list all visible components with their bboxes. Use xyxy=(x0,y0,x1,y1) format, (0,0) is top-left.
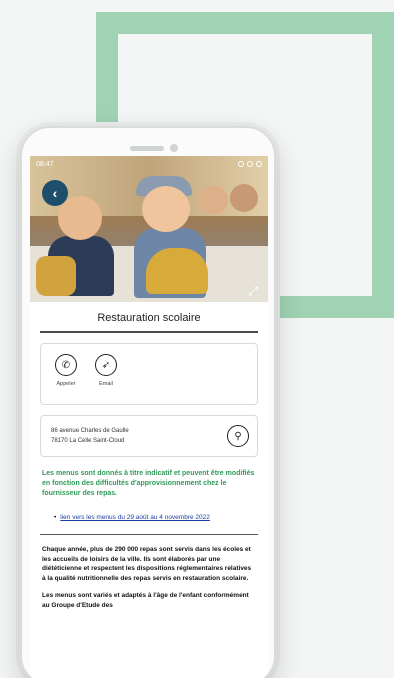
email-label: Email xyxy=(99,381,113,387)
map-button[interactable]: ⚲ xyxy=(227,425,249,447)
call-label: Appeler xyxy=(56,381,76,387)
content-sheet: Restauration scolaire ✆ Appeler ➶ Email … xyxy=(30,302,268,678)
bullet: • xyxy=(54,514,57,521)
call-button[interactable]: ✆ Appeler xyxy=(55,354,77,387)
status-bar: 08:47 xyxy=(30,156,268,172)
address-line-2: 78170 La Celle Saint-Cloud xyxy=(51,438,125,444)
send-icon: ➶ xyxy=(95,354,117,376)
divider xyxy=(40,534,258,535)
address-line-1: 86 avenue Charles de Gaulle xyxy=(51,428,129,434)
address: 86 avenue Charles de Gaulle 78170 La Cel… xyxy=(51,426,129,446)
page-title: Restauration scolaire xyxy=(40,302,258,333)
menu-notice: Les menus sont donnés à titre indicatif … xyxy=(42,470,255,497)
paragraph-2: Les menus sont variés et adaptés à l'âge… xyxy=(42,592,249,609)
status-icons xyxy=(238,161,262,167)
phone-camera xyxy=(170,144,178,152)
phone-mockup: 08:47 ‹ ⤢ Restauration scolaire ✆ Appele… xyxy=(20,126,276,678)
location-pin-icon: ⚲ xyxy=(234,430,242,442)
back-arrow-icon: ‹ xyxy=(52,185,58,201)
phone-speaker xyxy=(130,146,164,151)
app-screen: 08:47 ‹ ⤢ Restauration scolaire ✆ Appele… xyxy=(30,156,268,678)
status-time: 08:47 xyxy=(36,160,54,168)
menu-link-item: • lien vers les menus du 29 août au 4 no… xyxy=(54,513,256,522)
phone-icon: ✆ xyxy=(55,354,77,376)
menu-link[interactable]: lien vers les menus du 29 août au 4 nove… xyxy=(60,513,210,522)
expand-icon[interactable]: ⤢ xyxy=(248,284,258,299)
back-button[interactable]: ‹ xyxy=(42,180,68,206)
hero-photo xyxy=(30,156,268,306)
paragraph-1: Chaque année, plus de 290 000 repas sont… xyxy=(42,546,252,582)
address-card: 86 avenue Charles de Gaulle 78170 La Cel… xyxy=(40,415,258,457)
contact-card: ✆ Appeler ➶ Email xyxy=(40,343,258,405)
email-button[interactable]: ➶ Email xyxy=(95,354,117,387)
